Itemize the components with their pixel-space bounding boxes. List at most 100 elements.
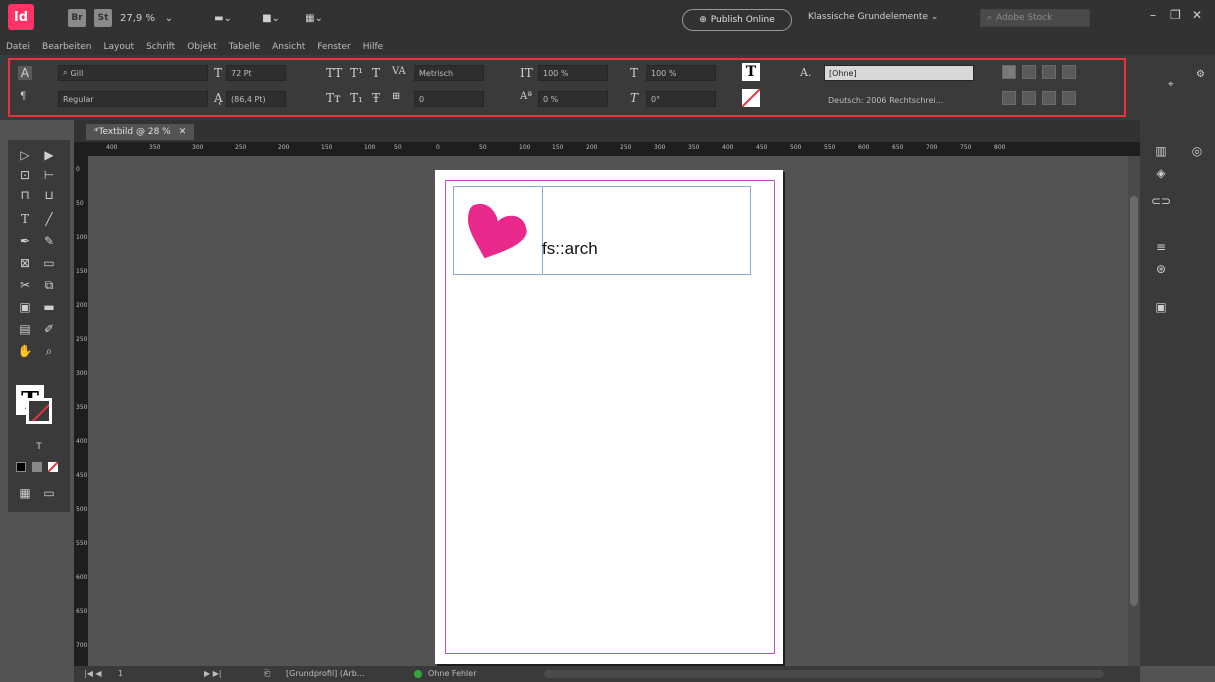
publish-online-button[interactable]: ⊕ Publish Online — [682, 9, 792, 31]
page-next-icon[interactable]: ▶ ▶| — [204, 669, 222, 678]
paragraph-formatting-icon[interactable]: ¶ — [20, 91, 26, 102]
content-collector-icon[interactable]: ⊓ — [14, 186, 36, 204]
restore-icon[interactable]: ❐ — [1170, 8, 1181, 22]
baseline-shift-field[interactable]: 0 % — [538, 91, 608, 107]
screen-mode-icon[interactable]: ■⌄ — [262, 9, 280, 27]
language-dropdown[interactable]: Deutsch: 2006 Rechtschrei... — [828, 96, 943, 105]
small-caps-icon[interactable]: Tт — [326, 91, 341, 105]
view-options-icon[interactable]: ▬⌄ — [214, 9, 232, 27]
gradient-swatch-icon[interactable]: ▣ — [14, 298, 36, 316]
hand-tool-icon[interactable]: ✋ — [14, 342, 36, 360]
scroll-thumb[interactable] — [1130, 196, 1138, 606]
apply-color-icon[interactable] — [32, 462, 42, 472]
skew-field[interactable]: 0° — [646, 91, 716, 107]
character-formatting-icon[interactable]: A — [18, 66, 32, 80]
eyedropper-icon[interactable]: ✐ — [38, 320, 60, 338]
text-frame[interactable]: fs::arch — [453, 186, 751, 275]
stock-search-input[interactable]: ⌕ Adobe Stock — [980, 9, 1090, 27]
menu-ansicht[interactable]: Ansicht — [272, 42, 305, 52]
page-number-field[interactable]: 1 — [118, 669, 123, 678]
scissors-icon[interactable]: ✂ — [14, 276, 36, 294]
rectangle-frame-icon[interactable]: ⊠ — [14, 254, 36, 272]
font-size-field[interactable]: 72 Pt — [226, 65, 286, 81]
menu-layout[interactable]: Layout — [103, 42, 134, 52]
chevron-down-icon[interactable]: ⌄ — [160, 9, 178, 27]
links-panel-icon[interactable]: ⊂⊃ — [1151, 192, 1171, 210]
cc-libraries-icon[interactable]: ◎ — [1188, 142, 1206, 160]
superscript-icon[interactable]: T¹ — [350, 66, 363, 80]
document-page[interactable]: fs::arch — [435, 170, 783, 664]
vertical-scrollbar[interactable] — [1128, 156, 1140, 666]
justify-right-icon[interactable] — [1042, 91, 1056, 105]
menu-datei[interactable]: Datei — [6, 42, 30, 52]
arrange-documents-icon[interactable]: ▦⌄ — [305, 9, 323, 27]
zoom-tool-icon[interactable]: ⌕ — [38, 342, 60, 360]
pages-panel-icon[interactable]: ▥ — [1152, 142, 1170, 160]
strikethrough-icon[interactable]: Ŧ — [372, 91, 380, 105]
normal-view-icon[interactable]: ▦ — [14, 484, 36, 502]
note-tool-icon[interactable]: ▤ — [14, 320, 36, 338]
kerning-field[interactable]: Metrisch — [414, 65, 484, 81]
preview-mode-icon[interactable]: ▭ — [38, 484, 60, 502]
menu-objekt[interactable]: Objekt — [187, 42, 217, 52]
font-family-field[interactable]: ⌕ Gill — [58, 65, 208, 81]
justify-center-icon[interactable] — [1022, 91, 1036, 105]
leading-field[interactable]: (86,4 Pt) — [226, 91, 286, 107]
menu-tabelle[interactable]: Tabelle — [229, 42, 260, 52]
selection-tool-icon[interactable]: ▷ — [14, 146, 36, 164]
formatting-affects-text-icon[interactable]: T — [28, 438, 50, 456]
pen-tool-icon[interactable]: ✒ — [14, 232, 36, 250]
frame-text[interactable]: fs::arch — [542, 239, 598, 259]
workspace-switcher[interactable]: Klassische Grundelemente ⌄ — [808, 12, 938, 22]
menu-fenster[interactable]: Fenster — [317, 42, 350, 52]
line-tool-icon[interactable]: ╱ — [38, 210, 60, 228]
align-left-icon[interactable] — [1002, 65, 1016, 79]
align-right-icon[interactable] — [1042, 65, 1056, 79]
preflight-status-label[interactable]: Ohne Fehler — [428, 669, 477, 678]
all-caps-icon[interactable]: TT — [326, 66, 342, 80]
layers-panel-icon[interactable]: ◈ — [1152, 164, 1170, 182]
text-fill-icon[interactable]: T — [742, 63, 760, 81]
swatches-panel-icon[interactable]: ⊛ — [1152, 260, 1170, 278]
justify-all-icon[interactable] — [1062, 91, 1076, 105]
subscript-icon[interactable]: T₁ — [350, 91, 363, 105]
master-page-label[interactable]: [Grundprofil] (Arb... — [286, 669, 364, 678]
heart-graphic[interactable] — [464, 197, 532, 265]
font-style-field[interactable]: Regular — [58, 91, 208, 107]
apply-none-icon[interactable] — [48, 462, 58, 472]
text-wrap-panel-icon[interactable]: ▣ — [1152, 298, 1170, 316]
stroke-panel-icon[interactable]: ≡ — [1152, 238, 1170, 256]
close-icon[interactable]: ✕ — [179, 127, 187, 137]
align-justify-icon[interactable] — [1062, 65, 1076, 79]
page-tool-icon[interactable]: ⊡ — [14, 166, 36, 184]
horizontal-scale-field[interactable]: 100 % — [646, 65, 716, 81]
menu-schrift[interactable]: Schrift — [146, 42, 175, 52]
menu-hilfe[interactable]: Hilfe — [363, 42, 383, 52]
type-tool-icon[interactable]: T — [14, 210, 36, 228]
tracking-field[interactable]: 0 — [414, 91, 484, 107]
direct-selection-icon[interactable]: ▶ — [38, 146, 60, 164]
horizontal-scrollbar[interactable] — [544, 670, 1104, 678]
rectangle-tool-icon[interactable]: ▭ — [38, 254, 60, 272]
underline-icon[interactable]: T — [372, 66, 380, 80]
bridge-icon[interactable]: Br — [68, 9, 86, 27]
align-center-icon[interactable] — [1022, 65, 1036, 79]
stroke-swatch[interactable] — [26, 398, 52, 424]
text-stroke-icon[interactable] — [742, 89, 760, 107]
panel-options-icon[interactable]: ⌖ — [1168, 79, 1174, 90]
default-fill-stroke-icon[interactable] — [16, 462, 26, 472]
stock-icon[interactable]: St — [94, 9, 112, 27]
zoom-level[interactable]: 27,9 % — [120, 9, 155, 27]
page-navigation-icon[interactable]: |◀ ◀ — [84, 669, 102, 678]
pencil-tool-icon[interactable]: ✎ — [38, 232, 60, 250]
justify-left-icon[interactable] — [1002, 91, 1016, 105]
close-icon[interactable]: ✕ — [1192, 8, 1202, 22]
gear-icon[interactable]: ⚙ — [1196, 69, 1205, 80]
vertical-scale-field[interactable]: 100 % — [538, 65, 608, 81]
document-tab[interactable]: *Textbild @ 28 % ✕ — [86, 124, 195, 140]
menu-bearbeiten[interactable]: Bearbeiten — [42, 42, 91, 52]
free-transform-icon[interactable]: ⧉ — [38, 276, 60, 294]
gradient-feather-icon[interactable]: ▬ — [38, 298, 60, 316]
minimize-icon[interactable]: – — [1150, 8, 1156, 22]
content-placer-icon[interactable]: ⊔ — [38, 186, 60, 204]
